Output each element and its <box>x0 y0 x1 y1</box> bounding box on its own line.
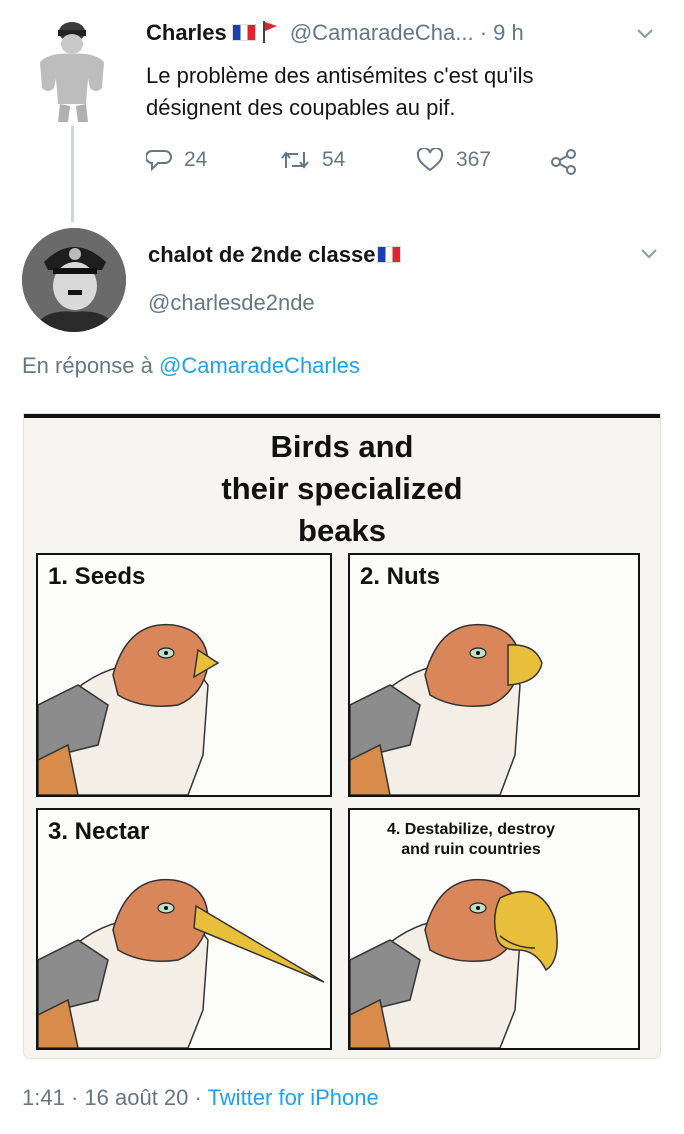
reply-context: En réponse à @CamaradeCharles <box>22 353 360 379</box>
panel-label-seeds: 1. Seeds <box>48 563 146 591</box>
reply-to-link[interactable]: @CamaradeCharles <box>159 353 360 378</box>
meme-panel-destabilize: 4. Destabilize, destroy and ruin countri… <box>348 808 640 1050</box>
meme-panel-seeds: 1. Seeds <box>36 553 332 797</box>
panel-label-nuts: 2. Nuts <box>360 563 441 591</box>
reply-icon <box>146 150 172 172</box>
separator-dot: · <box>70 1085 85 1110</box>
panel-label-nectar: 3. Nectar <box>48 818 150 846</box>
reply-count: 24 <box>184 148 208 171</box>
tweet1-header: Charles @CamaradeCha... · 9 h <box>146 20 524 46</box>
retweet-icon <box>281 151 309 169</box>
panel-label-destabilize: 4. Destabilize, destroy and ruin countri… <box>356 820 586 860</box>
chevron-down-icon[interactable] <box>636 28 654 40</box>
retweet-button[interactable]: 54 <box>280 148 345 172</box>
tweet1-text-line1: Le problème des antisémites c'est qu'ils <box>146 63 534 88</box>
tweet2-display-name[interactable]: chalot de 2nde classe <box>148 242 375 267</box>
avatar-charles[interactable] <box>30 18 110 122</box>
meme-title-line2: their specialized <box>221 471 463 506</box>
chevron-down-icon[interactable] <box>640 248 658 260</box>
tweet1-actions: 24 54 367 <box>146 148 586 182</box>
share-button[interactable] <box>550 148 590 176</box>
share-icon <box>551 149 576 175</box>
tweet1-time[interactable]: 9 h <box>493 20 524 45</box>
bird-thick-beak-image <box>350 623 543 795</box>
tweet2-handle[interactable]: @charlesde2nde <box>148 290 315 316</box>
meme-image[interactable]: Birds and their specialized beaks 1. See… <box>24 414 660 1058</box>
muscular-figure-avatar-icon <box>40 22 104 122</box>
like-icon <box>416 148 444 172</box>
meme-title: Birds and their specialized beaks <box>24 426 660 552</box>
retweet-count: 54 <box>322 148 346 171</box>
tweet2-display-name-row: chalot de 2nde classe <box>148 242 402 268</box>
meme-panel-nuts: 2. Nuts <box>348 553 640 797</box>
tweet2-footer: 1:41 · 16 août 20 · Twitter for iPhone <box>22 1085 379 1111</box>
reply-prefix: En réponse à <box>22 353 153 378</box>
thread-line <box>71 126 74 222</box>
chaplin-avatar-icon <box>22 228 126 332</box>
red-flag-icon <box>262 21 278 43</box>
meme-title-line3: beaks <box>298 513 386 548</box>
tweet2-source[interactable]: Twitter for iPhone <box>208 1085 379 1110</box>
reply-button[interactable]: 24 <box>146 148 207 172</box>
panel-label-destabilize-line2: and ruin countries <box>401 841 541 858</box>
avatar-chalot[interactable] <box>22 228 126 332</box>
french-flag-icon <box>377 246 402 263</box>
bird-small-beak-image <box>38 623 220 795</box>
tweet1-display-name[interactable]: Charles <box>146 20 227 45</box>
separator-dot: · <box>479 20 494 45</box>
tweet1-text: Le problème des antisémites c'est qu'ils… <box>146 60 646 124</box>
tweet1-text-line2: désignent des coupables au pif. <box>146 95 456 120</box>
panel-label-destabilize-line1: 4. Destabilize, destroy <box>386 821 556 838</box>
tweet2-time[interactable]: 1:41 <box>22 1085 65 1110</box>
like-button[interactable]: 367 <box>416 148 491 172</box>
tweet1-handle[interactable]: @CamaradeCha... <box>290 20 474 45</box>
french-flag-icon <box>231 24 256 41</box>
like-count: 367 <box>456 148 492 171</box>
meme-title-line1: Birds and <box>270 429 414 464</box>
separator-dot: · <box>194 1085 208 1110</box>
tweet2-date[interactable]: 16 août 20 <box>84 1085 188 1110</box>
meme-panel-nectar: 3. Nectar <box>36 808 332 1050</box>
